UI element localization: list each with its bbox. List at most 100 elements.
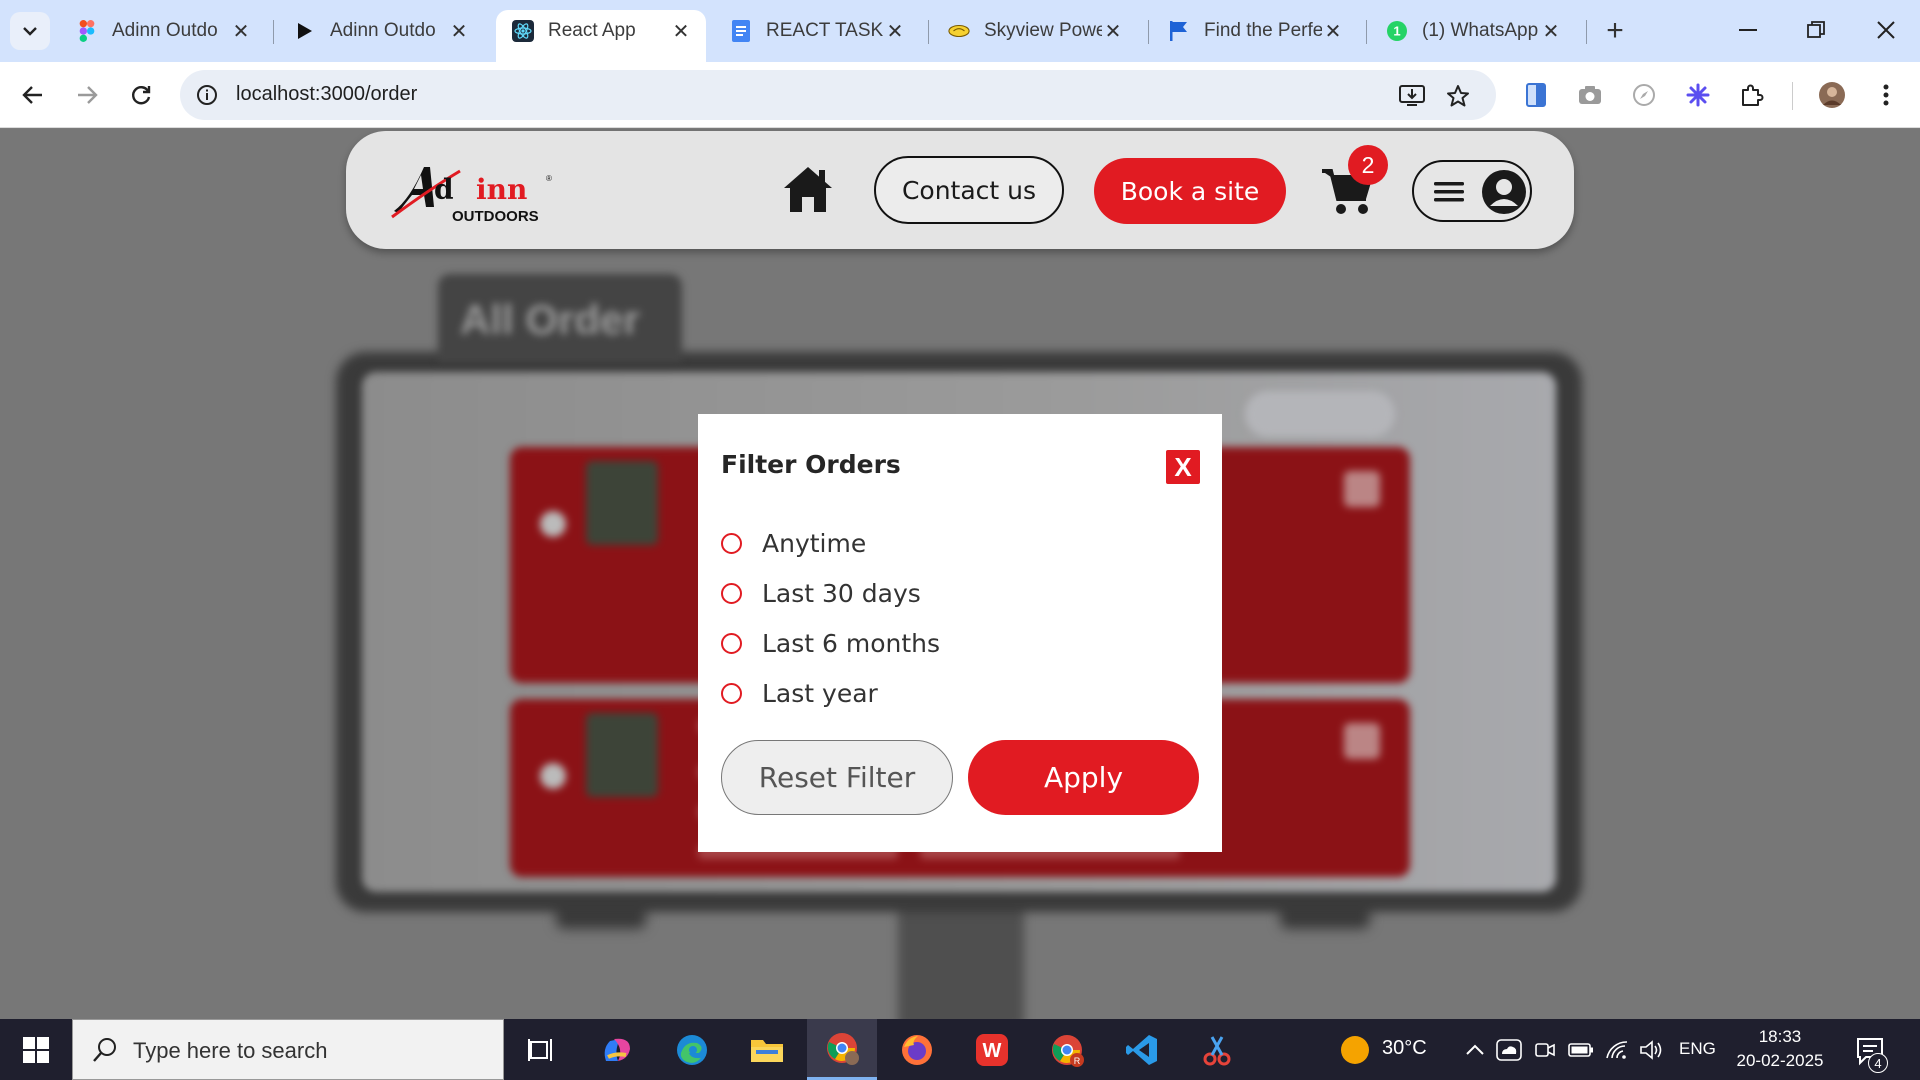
tab-title: Adinn Outdo [330, 20, 436, 41]
tray-expand-icon[interactable] [1462, 1037, 1488, 1063]
profile-avatar[interactable] [1816, 79, 1848, 111]
chrome-app[interactable] [807, 1019, 877, 1080]
chrome-profile-app[interactable]: R [1032, 1019, 1102, 1080]
modal-title: Filter Orders [721, 450, 901, 479]
camera-icon[interactable] [1574, 79, 1606, 111]
clock-date: 20-02-2025 [1736, 1051, 1824, 1070]
reset-filter-button[interactable]: Reset Filter [721, 740, 953, 815]
weather-temperature[interactable]: 30°C [1382, 1037, 1427, 1060]
taskbar-search-box[interactable]: Type here to search [72, 1019, 504, 1080]
close-tab-icon[interactable]: ✕ [884, 20, 906, 43]
close-tab-icon[interactable]: ✕ [1322, 20, 1344, 43]
tab-react-app[interactable]: React App ✕ [496, 10, 706, 62]
chevron-down-icon [23, 27, 37, 36]
extensions-puzzle-icon[interactable] [1736, 79, 1768, 111]
reload-button[interactable] [122, 76, 160, 114]
input-language[interactable]: ENG [1679, 1039, 1716, 1059]
battery-icon[interactable] [1568, 1037, 1594, 1063]
install-app-icon[interactable] [1398, 82, 1426, 110]
volume-icon[interactable] [1638, 1037, 1664, 1063]
contact-us-button[interactable]: Contact us [874, 156, 1064, 224]
reload-icon [132, 86, 151, 105]
arrow-right-icon [78, 86, 98, 104]
filter-option-label: Anytime [762, 528, 867, 558]
firefox-app[interactable] [882, 1019, 952, 1080]
book-a-site-button[interactable]: Book a site [1094, 158, 1286, 224]
radio-button[interactable] [721, 532, 742, 554]
tab-whatsapp[interactable]: 1 (1) WhatsApp ✕ [1370, 10, 1576, 52]
tab-search-button[interactable] [10, 12, 50, 50]
new-tab-button[interactable]: + [1598, 14, 1632, 48]
svg-text:inn: inn [476, 173, 527, 206]
close-tab-icon[interactable]: ✕ [1540, 20, 1562, 43]
snipping-tool-app[interactable] [1182, 1019, 1252, 1080]
bookmark-star-icon[interactable] [1444, 82, 1472, 110]
close-tab-icon[interactable]: ✕ [448, 20, 470, 43]
meet-now-icon[interactable] [1532, 1037, 1558, 1063]
copilot-app[interactable] [582, 1019, 652, 1080]
chrome-profile-icon: R [1052, 1034, 1084, 1067]
home-icon[interactable] [782, 164, 834, 214]
radio-button[interactable] [721, 582, 742, 604]
wifi-icon[interactable] [1604, 1037, 1630, 1063]
filter-option-last-30-days[interactable]: Last 30 days [721, 576, 921, 610]
filter-option-label: Last year [762, 678, 878, 708]
task-view-icon [528, 1038, 552, 1061]
forward-button[interactable] [68, 76, 106, 114]
address-bar[interactable]: localhost:3000/order [180, 70, 1496, 120]
whatsapp-icon: 1 [1386, 20, 1408, 42]
figma-icon [76, 20, 98, 42]
site-info-icon[interactable] [194, 82, 220, 108]
wps-office-app[interactable]: W [957, 1019, 1027, 1080]
close-tab-icon[interactable]: ✕ [670, 20, 692, 43]
user-menu-button[interactable] [1412, 160, 1532, 222]
apply-button[interactable]: Apply [968, 740, 1199, 815]
flag-icon [1168, 20, 1190, 42]
close-icon [1877, 21, 1895, 39]
url-text[interactable]: localhost:3000/order [236, 83, 417, 106]
edge-app[interactable] [657, 1019, 727, 1080]
start-button[interactable] [0, 1019, 72, 1080]
close-tab-icon[interactable]: ✕ [230, 20, 252, 43]
svg-text:1: 1 [1393, 24, 1400, 39]
extension-snowflake-icon[interactable] [1682, 79, 1714, 111]
modal-close-button[interactable]: X [1166, 450, 1200, 484]
task-view-button[interactable] [506, 1019, 576, 1080]
radio-button[interactable] [721, 632, 742, 654]
close-tab-icon[interactable]: ✕ [1102, 20, 1124, 43]
tab-divider [1586, 20, 1587, 44]
filter-option-last-year[interactable]: Last year [721, 676, 878, 710]
billboard-stand [898, 899, 1024, 1019]
order-action-icon [1344, 471, 1380, 507]
file-explorer-app[interactable] [732, 1019, 802, 1080]
vscode-icon [1126, 1034, 1157, 1065]
filter-option-last-6-months[interactable]: Last 6 months [721, 626, 940, 660]
close-window-button[interactable] [1866, 12, 1906, 48]
vscode-app[interactable] [1107, 1019, 1177, 1080]
hamburger-icon [1434, 182, 1464, 202]
restore-button[interactable] [1796, 12, 1836, 48]
docs-icon [730, 20, 752, 42]
tab-skyview[interactable]: Skyview Powe ✕ [932, 10, 1138, 52]
tab-adinn-video[interactable]: Adinn Outdo ✕ [278, 10, 484, 52]
minimize-button[interactable] [1728, 12, 1768, 48]
tab-adinn-figma[interactable]: Adinn Outdo ✕ [60, 10, 266, 52]
tab-find-perfect[interactable]: Find the Perfe ✕ [1152, 10, 1358, 52]
taskbar-clock[interactable]: 18:33 20-02-2025 [1720, 1025, 1840, 1073]
tab-react-tasks[interactable]: REACT TASKS ✕ [714, 10, 920, 52]
more-menu-icon[interactable] [1870, 79, 1902, 111]
radio-button[interactable] [721, 682, 742, 704]
weather-sun-icon[interactable] [1338, 1033, 1372, 1067]
search-icon [93, 1038, 116, 1062]
firefox-icon [902, 1034, 932, 1065]
reading-mode-icon[interactable] [1520, 79, 1552, 111]
adinn-logo[interactable]: d inn ® OUTDOORS [390, 159, 560, 225]
edge-icon [677, 1034, 707, 1065]
filter-option-label: Last 30 days [762, 578, 921, 608]
filter-option-anytime[interactable]: Anytime [721, 526, 866, 560]
svg-text:®: ® [546, 174, 552, 183]
back-button[interactable] [14, 76, 52, 114]
filter-option-label: Last 6 months [762, 628, 941, 658]
onedrive-icon[interactable] [1496, 1037, 1522, 1063]
compass-icon[interactable] [1628, 79, 1660, 111]
